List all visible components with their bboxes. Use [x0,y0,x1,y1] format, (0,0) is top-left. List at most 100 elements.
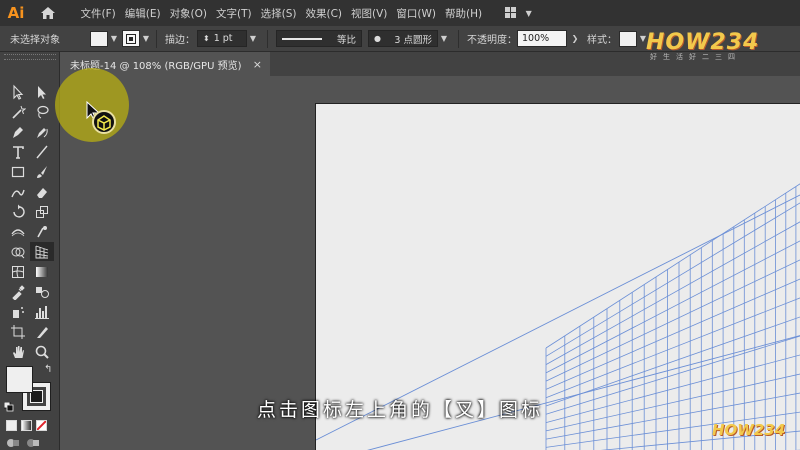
tutorial-subtitle: 点击图标左上角的【叉】图标 [256,399,543,421]
menu-item[interactable]: 选择(S) [256,6,301,21]
panel-grip[interactable] [4,54,56,60]
tool-grid [6,82,56,361]
brand-logo: HOW234 好生活好二三四 [646,30,776,68]
puppet-warp-tool-button[interactable] [30,222,54,241]
stroke-swatch-button[interactable] [122,30,140,47]
eraser-tool-button[interactable] [30,182,54,201]
width-tool-button[interactable] [6,222,30,241]
draw-behind-icon[interactable] [26,437,40,449]
menu-list: 文件(F) 编辑(E) 对象(O) 文字(T) 选择(S) 效果(C) 视图(V) 窗口(W)… [76,6,487,21]
magic-wand-tool-button[interactable] [6,102,30,121]
stepper-icon[interactable]: ⬍ [203,34,210,43]
divider [267,29,268,48]
symbol-sprayer-tool-button[interactable] [6,302,30,321]
menu-item[interactable]: 对象(O) [165,6,211,21]
rotate-tool-icon [13,204,25,218]
brush-dropdown[interactable]: ● 3 点圆形 [368,30,438,47]
chevron-down-icon: ▼ [525,8,532,18]
swap-fill-stroke-icon[interactable]: ↰ [44,364,52,375]
rotate-tool-button[interactable] [6,202,30,221]
shaper-tool-button[interactable] [6,182,30,201]
artboard-tool-button[interactable] [6,322,30,341]
rectangle-tool-icon [11,166,25,177]
selection-tool-icon [13,84,24,100]
opacity-value: 100% [522,33,550,44]
stroke-weight-chevron-icon[interactable]: ▼ [247,31,259,47]
mesh-tool-icon [12,265,24,278]
pen-tool-icon [13,126,23,138]
lasso-tool-button[interactable] [30,102,54,121]
menu-item[interactable]: 文件(F) [76,6,120,21]
eyedropper-tool-icon [12,284,25,300]
stroke-dropdown-chevron-icon[interactable]: ▼ [140,31,152,47]
close-tab-icon[interactable]: × [253,58,262,71]
perspective-grid-cursor-icon [86,100,116,134]
type-tool-button[interactable] [6,142,30,161]
direct-selection-tool-button[interactable] [30,82,54,101]
magic-wand-tool-icon [12,105,26,119]
menu-item[interactable]: 文字(T) [212,6,257,21]
scale-tool-button[interactable] [30,202,54,221]
line-segment-tool-button[interactable] [30,142,54,161]
graphic-style-swatch[interactable] [619,30,637,47]
brush-chevron-icon[interactable]: ▼ [438,31,450,47]
scale-tool-icon [36,205,48,218]
fill-swatch[interactable] [90,30,108,47]
slice-tool-button[interactable] [30,322,54,341]
curvature-tool-button[interactable] [30,122,54,141]
slice-tool-icon [37,326,48,338]
eyedropper-tool-button[interactable] [6,282,30,301]
rectangle-tool-button[interactable] [6,162,30,181]
brush-value: 3 点圆形 [394,34,432,46]
paintbrush-tool-button[interactable] [30,162,54,181]
fill-dropdown-chevron-icon[interactable]: ▼ [108,31,120,47]
selection-status: 未选择对象 [10,35,60,46]
perspective-grid-tool-icon [35,245,49,258]
eraser-tool-icon [37,187,47,198]
zoom-tool-button[interactable] [30,342,54,361]
fill-color-box[interactable] [6,366,33,393]
stroke-weight-input[interactable]: ⬍ 1 pt [197,30,247,47]
canvas-area[interactable] [60,76,800,450]
shaper-tool-icon [11,189,25,197]
blend-tool-button[interactable] [30,282,54,301]
menu-item[interactable]: 窗口(W) [392,6,441,21]
illustrator-window: Ai 文件(F) 编辑(E) 对象(O) 文字(T) 选择(S) 效果(C) 视图(V) 窗口… [0,0,800,450]
paintbrush-tool-icon [37,165,47,178]
type-tool-icon [13,145,24,159]
symbol-sprayer-tool-icon [13,306,24,318]
stroke-profile-dropdown[interactable]: 等比 [276,30,362,47]
opacity-input[interactable]: 100% [517,30,567,47]
mesh-tool-button[interactable] [6,262,30,281]
curvature-tool-icon [37,127,48,138]
opacity-label: 不透明度： [467,35,517,46]
hand-tool-icon [13,345,24,358]
direct-selection-tool-icon [38,85,46,99]
shape-builder-tool-button[interactable] [6,242,30,261]
brush-dot-icon: ● [374,34,381,43]
gradient-tool-button[interactable] [30,262,54,281]
hand-tool-button[interactable] [6,342,30,361]
lasso-tool-icon [37,105,49,118]
workspace-layout-icon[interactable]: ▼ [504,7,532,19]
stroke-profile-value: 等比 [336,34,356,46]
draw-normal-icon[interactable] [6,437,20,449]
column-graph-tool-button[interactable] [30,302,54,321]
menu-item[interactable]: 视图(V) [347,6,392,21]
pen-tool-button[interactable] [6,122,30,141]
menu-bar: Ai 文件(F) 编辑(E) 对象(O) 文字(T) 选择(S) 效果(C) 视图(V) 窗口… [0,0,800,26]
stroke-profile-line-icon [282,37,322,40]
selection-tool-button[interactable] [6,82,30,101]
menu-item[interactable]: 帮助(H) [441,6,487,21]
tools-panel: ↰ [0,52,60,450]
artboard-tool-icon [11,324,25,339]
home-icon[interactable] [38,3,58,23]
blend-tool-icon [36,286,49,298]
perspective-grid-tool-button[interactable] [30,242,54,261]
brand-logo-bottom: HOW234 [712,421,786,439]
opacity-chevron-icon[interactable]: ❯ [569,31,581,47]
stroke-weight-value: 1 pt [213,33,233,44]
menu-item[interactable]: 编辑(E) [120,6,165,21]
puppet-warp-tool-icon [37,225,47,237]
menu-item[interactable]: 效果(C) [301,6,347,21]
